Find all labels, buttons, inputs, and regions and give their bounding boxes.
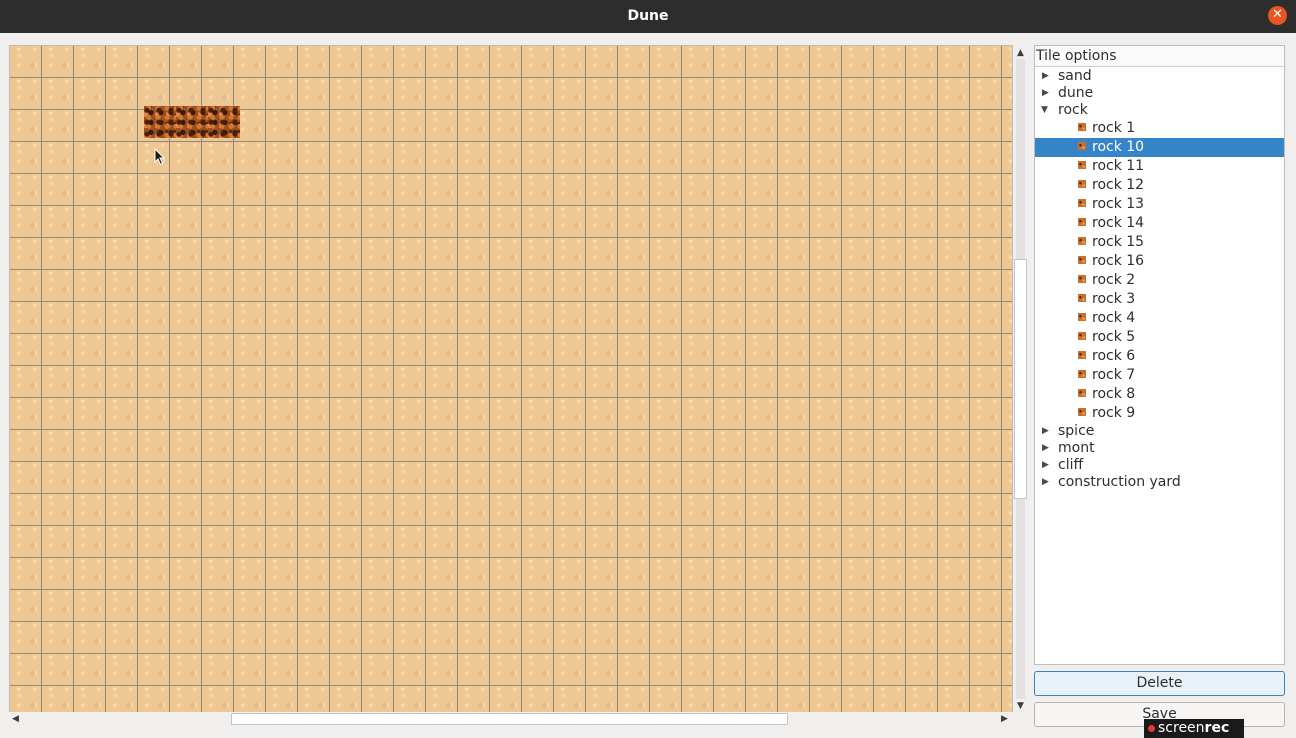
tree-item-label: construction yard xyxy=(1058,474,1181,490)
tree-item-label: rock 11 xyxy=(1092,158,1145,174)
rock-tile-icon xyxy=(1078,389,1086,397)
scroll-right-icon[interactable]: ▶ xyxy=(1001,714,1008,724)
watermark-text: screen xyxy=(1158,720,1205,736)
tree-item-rock-9[interactable]: rock 9 xyxy=(1092,404,1135,423)
tree-item-label: rock 1 xyxy=(1092,120,1136,136)
rock-tile-icon xyxy=(1078,180,1086,188)
expand-arrow-icon[interactable]: ▶ xyxy=(1042,426,1049,436)
rock-tile-icon xyxy=(1078,332,1086,340)
placed-rock-tile[interactable] xyxy=(176,106,208,138)
tree-item-label: rock 6 xyxy=(1092,348,1136,364)
vertical-scrollbar[interactable]: ▲ ▼ xyxy=(1013,45,1028,713)
tree-item-label: rock 4 xyxy=(1092,310,1136,326)
tree-item-rock-8[interactable]: rock 8 xyxy=(1092,385,1135,404)
tree-item-rock-6[interactable]: rock 6 xyxy=(1092,347,1135,366)
rock-tile-icon xyxy=(1078,218,1086,226)
tree-item-rock-14[interactable]: rock 14 xyxy=(1092,214,1144,233)
tree-item-rock-2[interactable]: rock 2 xyxy=(1092,271,1135,290)
tree-item-label: dune xyxy=(1058,85,1094,101)
expand-arrow-icon[interactable]: ▶ xyxy=(1042,477,1049,487)
rock-tile-icon xyxy=(1078,275,1086,283)
rock-tile-icon xyxy=(1078,161,1086,169)
rock-tile-icon xyxy=(1078,123,1086,131)
tree-item-rock-15[interactable]: rock 15 xyxy=(1092,233,1144,252)
tree-item-label: rock 7 xyxy=(1092,367,1136,383)
rock-tile-icon xyxy=(1078,370,1086,378)
tree-item-label: rock 15 xyxy=(1092,234,1145,250)
collapse-arrow-icon[interactable]: ▼ xyxy=(1041,105,1048,115)
tree-item-label: rock xyxy=(1058,102,1088,118)
mouse-pointer-icon xyxy=(154,148,166,166)
rock-tile-icon xyxy=(1078,199,1086,207)
tree-item-rock-3[interactable]: rock 3 xyxy=(1092,290,1135,309)
tree-item-rock-13[interactable]: rock 13 xyxy=(1092,195,1144,214)
tree-item-label: rock 12 xyxy=(1092,177,1145,193)
tree-item-label: rock 2 xyxy=(1092,272,1136,288)
tree-item-label: rock 3 xyxy=(1092,291,1136,307)
window-title: Dune xyxy=(627,8,669,24)
map-canvas[interactable] xyxy=(9,45,1013,713)
tree-item-rock-12[interactable]: rock 12 xyxy=(1092,176,1144,195)
tree-item-rock-10-selected[interactable]: rock 10 xyxy=(1035,138,1284,157)
expand-arrow-icon[interactable]: ▶ xyxy=(1042,460,1049,470)
tree-item-rock-1[interactable]: rock 1 xyxy=(1092,119,1135,138)
tree-item-label: sand xyxy=(1058,68,1092,84)
vertical-scroll-thumb[interactable] xyxy=(1014,259,1027,499)
tree-item-rock-11[interactable]: rock 11 xyxy=(1092,157,1144,176)
tree-item-label: cliff xyxy=(1058,457,1084,473)
delete-button[interactable]: Delete xyxy=(1034,671,1285,696)
horizontal-scrollbar[interactable]: ◀ ▶ xyxy=(9,712,1013,726)
horizontal-scroll-thumb[interactable] xyxy=(231,713,788,725)
tree-item-rock[interactable]: rock xyxy=(1058,101,1088,120)
rock-tile-icon xyxy=(1078,408,1086,416)
tree-item-label: rock 10 xyxy=(1092,139,1145,155)
tree-item-label: rock 13 xyxy=(1092,196,1145,212)
placed-rock-tile[interactable] xyxy=(144,106,176,138)
tile-options-label: Tile options xyxy=(1036,48,1117,64)
scroll-up-icon[interactable]: ▲ xyxy=(1017,48,1024,58)
watermark-text-bold: rec xyxy=(1204,720,1230,736)
tree-item-label: spice xyxy=(1058,423,1095,439)
rock-tile-icon xyxy=(1078,313,1086,321)
rock-tile-icon xyxy=(1078,351,1086,359)
expand-arrow-icon[interactable]: ▶ xyxy=(1042,443,1049,453)
tree-item-label: rock 16 xyxy=(1092,253,1145,269)
tree-item-rock-7[interactable]: rock 7 xyxy=(1092,366,1135,385)
record-dot-icon xyxy=(1148,725,1155,732)
close-icon[interactable]: ✕ xyxy=(1268,6,1287,25)
rock-tile-icon xyxy=(1078,256,1086,264)
tree-item-label: rock 5 xyxy=(1092,329,1136,345)
scroll-down-icon[interactable]: ▼ xyxy=(1017,701,1024,711)
tree-item-label: rock 8 xyxy=(1092,386,1136,402)
tree-item-label: rock 14 xyxy=(1092,215,1145,231)
rock-tile-icon xyxy=(1078,294,1086,302)
title-bar: Dune ✕ xyxy=(0,0,1296,33)
rock-tile-icon xyxy=(1078,142,1086,150)
tree-item-rock-5[interactable]: rock 5 xyxy=(1092,328,1135,347)
placed-rock-tile[interactable] xyxy=(208,106,240,138)
tree-item-construction-yard[interactable]: construction yard xyxy=(1058,473,1181,492)
screenrec-watermark: screenrec xyxy=(1144,719,1244,738)
scroll-left-icon[interactable]: ◀ xyxy=(12,714,19,724)
rock-tile-icon xyxy=(1078,237,1086,245)
tree-item-label: mont xyxy=(1058,440,1095,456)
tree-item-rock-16[interactable]: rock 16 xyxy=(1092,252,1144,271)
tree-item-rock-4[interactable]: rock 4 xyxy=(1092,309,1135,328)
expand-arrow-icon[interactable]: ▶ xyxy=(1042,88,1049,98)
expand-arrow-icon[interactable]: ▶ xyxy=(1042,71,1049,81)
tree-item-label: rock 9 xyxy=(1092,405,1136,421)
